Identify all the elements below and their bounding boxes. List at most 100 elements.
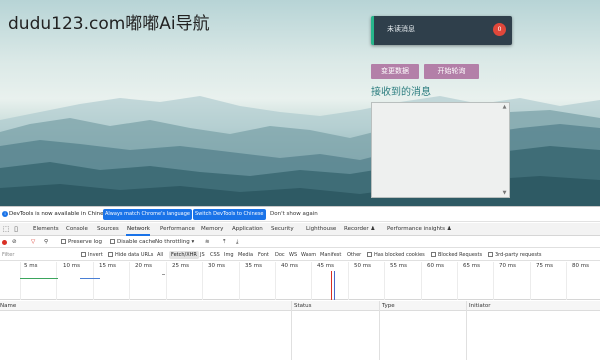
type-filter-other[interactable]: Other [347, 252, 361, 258]
tab-console[interactable]: Console [66, 226, 88, 232]
tab-security[interactable]: Security [271, 226, 294, 232]
timeline-gridline [20, 262, 21, 300]
preserve-log-checkbox[interactable]: Preserve log [61, 239, 102, 245]
tab-performance-insights[interactable]: Performance insights ♟ [387, 226, 452, 232]
type-filter-js[interactable]: JS [200, 252, 205, 258]
type-filter-font[interactable]: Font [258, 252, 269, 258]
start-polling-button[interactable]: 开始轮询 [424, 64, 479, 79]
hide-data-urls-checkbox[interactable]: Hide data URLs [108, 252, 153, 258]
type-filter-img[interactable]: Img [224, 252, 234, 258]
blocked-requests-checkbox[interactable]: Blocked Requests [431, 252, 482, 258]
tab-lighthouse[interactable]: Lighthouse [306, 226, 336, 232]
column-header-type[interactable]: Type [382, 303, 395, 309]
timeline-gridline [93, 262, 94, 300]
infobar-message: DevTools is now available in Chinese! [9, 211, 112, 217]
tab-recorder[interactable]: Recorder ♟ [344, 226, 375, 232]
network-filterbar: Filter Invert Hide data URLs All Fetch/X… [0, 249, 600, 261]
device-toolbar-icon[interactable]: ▯ [12, 225, 20, 233]
timeline-gridline [311, 262, 312, 300]
network-toolbar: ⊘ ▽ ⚲ Preserve log Disable cache No thro… [0, 237, 600, 248]
network-conditions-icon[interactable]: ≋ [205, 239, 210, 245]
tab-network[interactable]: Network [127, 226, 150, 232]
scroll-up-icon[interactable]: ▲ [501, 104, 508, 110]
timeline-tick-label: 30 ms [208, 263, 225, 269]
preserve-log-label: Preserve log [68, 239, 103, 245]
has-blocked-cookies-label: Has blocked cookies [374, 252, 425, 258]
timeline-tick-label: 60 ms [427, 263, 444, 269]
timeline-tick-label: 80 ms [572, 263, 589, 269]
received-messages-label: 接收到的消息 [371, 87, 431, 98]
info-icon: i [2, 211, 8, 217]
timeline-tick-label: 10 ms [63, 263, 80, 269]
switch-data-button[interactable]: 变更数据 [371, 64, 419, 79]
timeline-tick-label: 50 ms [354, 263, 371, 269]
disable-cache-label: Disable cache [117, 239, 156, 245]
type-filter-css[interactable]: CSS [210, 252, 220, 258]
filter-input[interactable]: Filter [2, 252, 14, 258]
match-language-button[interactable]: Always match Chrome's language [103, 209, 192, 220]
clear-icon[interactable]: ⊘ [12, 239, 17, 245]
filter-icon[interactable]: ▽ [31, 239, 35, 245]
timeline-tick-label: 65 ms [463, 263, 480, 269]
has-blocked-cookies-checkbox[interactable]: Has blocked cookies [367, 252, 425, 258]
throttling-select[interactable]: No throttling ▾ [155, 239, 194, 245]
switch-chinese-button[interactable]: Switch DevTools to Chinese [193, 209, 266, 220]
devtools-panel: i DevTools is now available in Chinese! … [0, 206, 600, 360]
blocked-requests-label: Blocked Requests [438, 252, 483, 258]
timeline-gridline [384, 262, 385, 300]
timeline-tick-label: 75 ms [536, 263, 553, 269]
tab-elements[interactable]: Elements [33, 226, 59, 232]
dont-show-again-link[interactable]: Don't show again [270, 211, 318, 217]
type-filter-ws[interactable]: WS [289, 252, 297, 258]
received-messages-textarea[interactable]: ▲ ▼ [371, 102, 510, 198]
timeline-tick-label: 70 ms [499, 263, 516, 269]
timeline-request-bar [80, 278, 100, 279]
tab-application[interactable]: Application [232, 226, 263, 232]
tab-performance[interactable]: Performance [160, 226, 195, 232]
column-divider[interactable] [291, 301, 292, 360]
type-filter-doc[interactable]: Doc [275, 252, 285, 258]
timeline-gridline [202, 262, 203, 300]
column-divider[interactable] [379, 301, 380, 360]
third-party-checkbox[interactable]: 3rd-party requests [488, 252, 542, 258]
network-timeline-overview[interactable]: 5 ms 10 ms 15 ms 20 ms 25 ms 30 ms 35 ms… [0, 262, 600, 300]
disable-cache-checkbox[interactable]: Disable cache [110, 239, 155, 245]
inspect-element-icon[interactable]: ⬚ [2, 225, 10, 233]
scroll-down-icon[interactable]: ▼ [501, 190, 508, 196]
active-tab-indicator [126, 234, 150, 236]
timeline-gridline [56, 262, 57, 300]
column-header-name[interactable]: Name [0, 303, 16, 309]
timeline-tick-label: 20 ms [135, 263, 152, 269]
column-header-initiator[interactable]: Initiator [469, 303, 490, 309]
devtools-tabbar: ⬚ ▯ Elements Console Sources Network Per… [0, 223, 600, 236]
notification-bar[interactable]: 未读消息 0 [371, 16, 512, 45]
load-event-marker [331, 271, 332, 300]
timeline-tick-label: 55 ms [390, 263, 407, 269]
notification-label: 未读消息 [387, 25, 415, 33]
type-filter-wasm[interactable]: Wasm [301, 252, 316, 258]
column-divider[interactable] [466, 301, 467, 360]
export-har-icon[interactable]: ⤓ [236, 239, 238, 246]
timeline-tick-label: 45 ms [317, 263, 334, 269]
import-har-icon[interactable]: ⤒ [223, 239, 225, 246]
unread-count-badge: 0 [493, 23, 506, 36]
record-icon[interactable] [2, 240, 7, 245]
search-icon[interactable]: ⚲ [44, 239, 48, 245]
timeline-tick-label: 25 ms [172, 263, 189, 269]
timeline-gridline [493, 262, 494, 300]
column-header-status[interactable]: Status [294, 303, 312, 309]
invert-checkbox[interactable]: Invert [81, 252, 103, 258]
type-filter-media[interactable]: Media [238, 252, 253, 258]
timeline-gridline [530, 262, 531, 300]
requests-table-header: Name Status Type Initiator [0, 301, 600, 311]
tab-memory[interactable]: Memory [201, 226, 223, 232]
dom-content-loaded-marker [334, 271, 335, 300]
timeline-tick-label: 35 ms [245, 263, 262, 269]
third-party-label: 3rd-party requests [495, 252, 542, 258]
invert-label: Invert [88, 252, 103, 258]
type-filter-manifest[interactable]: Manifest [320, 252, 341, 258]
hide-data-urls-label: Hide data URLs [115, 252, 154, 258]
tab-sources[interactable]: Sources [97, 226, 119, 232]
type-filter-fetch-xhr[interactable]: Fetch/XHR [169, 251, 199, 259]
type-filter-all[interactable]: All [157, 252, 163, 258]
